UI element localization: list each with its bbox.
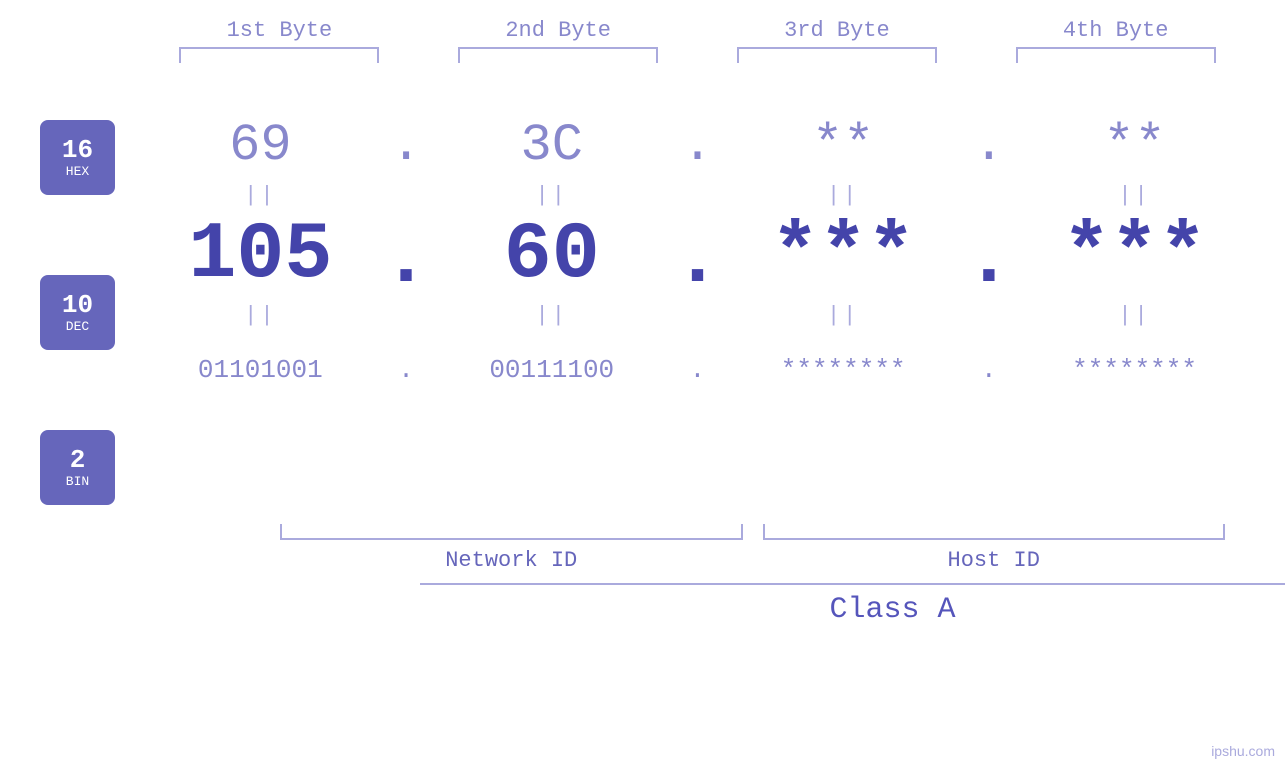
hex-dot1: . [391, 116, 421, 175]
top-brackets [0, 47, 1285, 63]
hex-b1-cell: 69 [150, 116, 370, 175]
bin-b3-cell: ******** [733, 355, 953, 385]
hex-b2-cell: 3C [442, 116, 662, 175]
eq1-b3: || [733, 183, 953, 208]
dec-b1-value: 105 [188, 210, 332, 301]
byte4-label: 4th Byte [1006, 18, 1226, 43]
hex-row: 69 . 3C . ** . ** [140, 110, 1255, 180]
dec-row: 105 . 60 . *** . *** [140, 210, 1255, 300]
bin-dot3: . [974, 355, 1004, 385]
dec-badge: 10 DEC [40, 275, 115, 350]
dec-dot2: . [682, 215, 712, 296]
eq1-b2: || [442, 183, 662, 208]
watermark: ipshu.com [1211, 743, 1275, 759]
bottom-brackets-row [280, 524, 1225, 540]
network-bracket [280, 524, 743, 540]
bin-b2-value: 00111100 [489, 355, 614, 385]
eq2-b2: || [442, 303, 662, 328]
hex-badge: 16 HEX [40, 120, 115, 195]
bracket-3 [737, 47, 937, 63]
class-label-row: Class A [420, 593, 1285, 627]
bin-badge: 2 BIN [40, 430, 115, 505]
main-container: 1st Byte 2nd Byte 3rd Byte 4th Byte 16 H… [0, 0, 1285, 767]
eq2-b4: || [1025, 303, 1245, 328]
host-id-label: Host ID [763, 548, 1226, 573]
hex-b4-value: ** [1103, 116, 1165, 175]
eq-row-1: || || || || [140, 180, 1255, 210]
hex-b1-value: 69 [229, 116, 291, 175]
bin-badge-label: BIN [66, 474, 89, 489]
eq1-b1: || [150, 183, 370, 208]
dec-b4-value: *** [1063, 210, 1207, 301]
dec-b3-cell: *** [733, 210, 953, 301]
hex-b3-cell: ** [733, 116, 953, 175]
bin-b3-value: ******** [781, 355, 906, 385]
dec-b4-cell: *** [1025, 210, 1245, 301]
dec-b3-value: *** [771, 210, 915, 301]
hex-b2-value: 3C [521, 116, 583, 175]
bin-b4-value: ******** [1072, 355, 1197, 385]
class-line [420, 583, 1285, 585]
bottom-section: Network ID Host ID Class A [280, 524, 1225, 637]
bin-dot1: . [391, 355, 421, 385]
bracket-4 [1016, 47, 1216, 63]
dec-badge-num: 10 [62, 291, 93, 320]
hex-badge-num: 16 [62, 136, 93, 165]
bracket-2 [458, 47, 658, 63]
dec-dot1: . [391, 215, 421, 296]
dec-b1-cell: 105 [150, 210, 370, 301]
hex-b3-value: ** [812, 116, 874, 175]
eq2-b3: || [733, 303, 953, 328]
bin-row: 01101001 . 00111100 . ******** . *******… [140, 335, 1255, 405]
dec-b2-cell: 60 [442, 210, 662, 301]
eq2-b1: || [150, 303, 370, 328]
bin-b1-cell: 01101001 [150, 355, 370, 385]
hex-dot2: . [682, 116, 712, 175]
dec-dot3: . [974, 215, 1004, 296]
byte3-label: 3rd Byte [727, 18, 947, 43]
byte2-label: 2nd Byte [448, 18, 668, 43]
class-row: Class A [420, 583, 1285, 627]
badges-column: 16 HEX 10 DEC 2 BIN [40, 120, 115, 505]
id-labels: Network ID Host ID [280, 548, 1225, 573]
hex-badge-label: HEX [66, 164, 89, 179]
bin-b2-cell: 00111100 [442, 355, 662, 385]
byte1-label: 1st Byte [169, 18, 389, 43]
bracket-1 [179, 47, 379, 63]
bin-badge-num: 2 [70, 446, 86, 475]
hex-dot3: . [974, 116, 1004, 175]
bin-dot2: . [682, 355, 712, 385]
dec-b2-value: 60 [504, 210, 600, 301]
host-bracket [763, 524, 1226, 540]
dec-badge-label: DEC [66, 319, 89, 334]
byte-headers: 1st Byte 2nd Byte 3rd Byte 4th Byte [0, 18, 1285, 43]
content-area: 69 . 3C . ** . ** || || [140, 100, 1255, 687]
eq1-b4: || [1025, 183, 1245, 208]
hex-b4-cell: ** [1025, 116, 1245, 175]
bin-b4-cell: ******** [1025, 355, 1245, 385]
network-id-label: Network ID [280, 548, 743, 573]
bin-b1-value: 01101001 [198, 355, 323, 385]
class-label: Class A [829, 593, 955, 627]
